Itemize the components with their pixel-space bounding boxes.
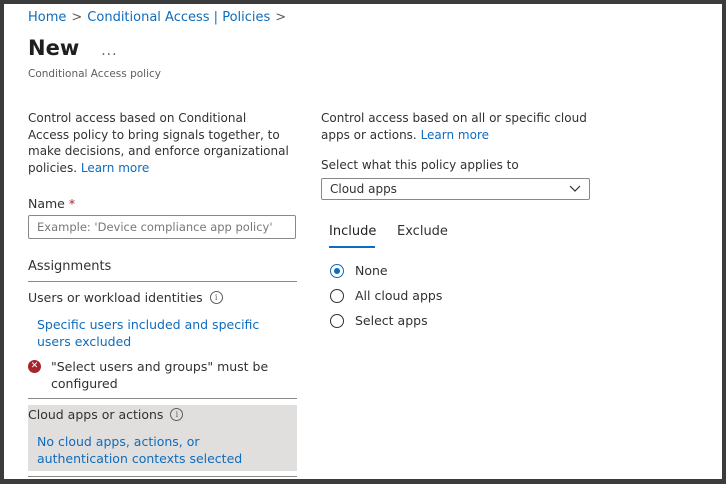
- radio-all-cloud-apps[interactable]: All cloud apps: [330, 288, 442, 303]
- page-content: Home > Conditional Access | Policies > New …: [28, 4, 722, 479]
- tab-include[interactable]: Include: [329, 224, 376, 239]
- users-error-message: ✕ "Select users and groups" must be conf…: [28, 358, 288, 392]
- breadcrumb-conditional-access-policies[interactable]: Conditional Access | Policies: [87, 10, 270, 25]
- cloud-apps-divider: [28, 476, 297, 477]
- info-icon[interactable]: i: [170, 408, 184, 421]
- name-label: Name *: [28, 196, 75, 211]
- required-indicator: *: [68, 196, 76, 211]
- window-frame: Home > Conditional Access | Policies > New …: [0, 0, 726, 484]
- cloud-apps-actions-label: Cloud apps or actions: [28, 407, 164, 422]
- breadcrumb-separator: >: [71, 10, 83, 25]
- breadcrumb-separator-trailing: >: [275, 10, 287, 25]
- radio-none-button[interactable]: [330, 263, 344, 278]
- cloud-apps-description: Control access based on all or specific …: [321, 110, 591, 143]
- more-options-button[interactable]: ...: [101, 43, 117, 59]
- name-label-text: Name: [28, 196, 65, 211]
- applies-to-selected-value: Cloud apps: [330, 182, 397, 196]
- tab-include-selected-indicator: [329, 246, 375, 248]
- policy-name-input[interactable]: [28, 215, 296, 239]
- policy-description: Control access based on Conditional Acce…: [28, 110, 290, 176]
- info-icon[interactable]: i: [209, 291, 223, 304]
- page-title: New: [28, 36, 80, 60]
- cloud-apps-actions-row[interactable]: Cloud apps or actions i: [28, 407, 184, 422]
- radio-none[interactable]: None: [330, 263, 388, 278]
- policy-learn-more-link[interactable]: Learn more: [81, 161, 149, 175]
- page-subtitle: Conditional Access policy: [28, 68, 161, 80]
- radio-all-cloud-apps-label: All cloud apps: [355, 288, 443, 303]
- breadcrumb: Home > Conditional Access | Policies >: [28, 10, 291, 25]
- tab-exclude[interactable]: Exclude: [397, 224, 448, 239]
- policy-description-text: Control access based on Conditional Acce…: [28, 111, 289, 175]
- radio-select-apps-label: Select apps: [355, 313, 428, 328]
- assignments-heading: Assignments: [28, 259, 112, 274]
- chevron-down-icon: [569, 185, 581, 192]
- title-row: New ...: [28, 36, 118, 60]
- error-icon: ✕: [28, 360, 41, 373]
- assignments-divider: [28, 281, 297, 282]
- radio-none-label: None: [355, 263, 388, 278]
- users-workload-identities-row[interactable]: Users or workload identities i: [28, 290, 223, 305]
- applies-to-label: Select what this policy applies to: [321, 158, 519, 172]
- radio-select-apps[interactable]: Select apps: [330, 313, 428, 328]
- cloud-apps-learn-more-link[interactable]: Learn more: [421, 128, 489, 142]
- users-divider: [28, 398, 297, 399]
- cloud-apps-selection-link[interactable]: No cloud apps, actions, or authenticatio…: [37, 434, 287, 467]
- radio-all-cloud-apps-button[interactable]: [330, 288, 344, 303]
- radio-select-apps-button[interactable]: [330, 313, 344, 328]
- applies-to-dropdown[interactable]: Cloud apps: [321, 178, 590, 200]
- users-error-text: "Select users and groups" must be config…: [51, 359, 269, 391]
- users-selection-link[interactable]: Specific users included and specific use…: [37, 317, 287, 350]
- breadcrumb-home[interactable]: Home: [28, 10, 66, 25]
- users-workload-identities-label: Users or workload identities: [28, 290, 203, 305]
